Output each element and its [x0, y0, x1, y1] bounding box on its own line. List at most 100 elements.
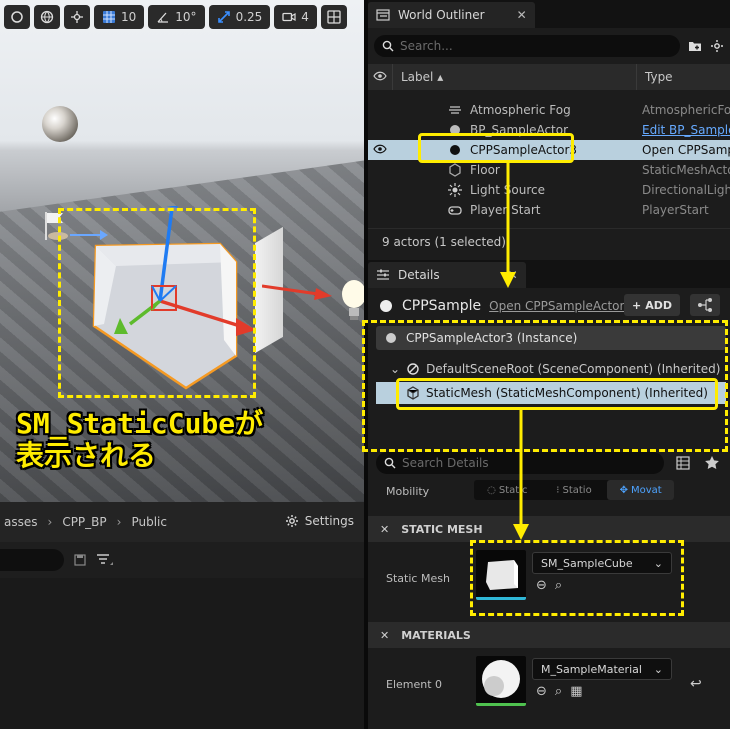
table-row[interactable]	[368, 90, 730, 100]
chevron-down-icon: ✕	[380, 628, 390, 642]
add-component-button[interactable]: + ADD	[624, 294, 680, 316]
rotate-snap-button[interactable]: 10°	[148, 5, 205, 29]
filter-icon[interactable]	[96, 553, 114, 567]
checker-icon[interactable]: ▦	[570, 684, 582, 699]
asset-search-input[interactable]	[0, 549, 64, 571]
table-view-icon[interactable]	[676, 456, 690, 470]
row-type-link[interactable]: Edit BP_Sample	[636, 123, 730, 137]
actor-sphere-icon	[380, 300, 392, 312]
chevron-right-icon: ›	[47, 515, 53, 529]
outliner-tabbar: World Outliner ✕	[368, 0, 730, 28]
search-icon	[382, 40, 394, 52]
use-selected-icon[interactable]: ⊖	[536, 684, 547, 699]
annotation-line-1: SM_StaticCubeが	[16, 407, 264, 440]
row-type-link[interactable]: Open CPPSamp	[636, 143, 730, 157]
grid-icon	[103, 11, 115, 23]
table-row[interactable]: Player Start PlayerStart	[368, 200, 730, 220]
outliner-tab-title: World Outliner	[398, 8, 485, 22]
annotation-caption: SM_StaticCubeが 表示される	[16, 408, 263, 472]
settings-label: Settings	[304, 514, 354, 528]
circle-icon	[11, 11, 23, 23]
tab-details[interactable]: Details ✕	[368, 262, 526, 288]
eye-icon[interactable]	[368, 70, 392, 84]
eye-icon[interactable]	[368, 143, 392, 157]
save-icon[interactable]	[74, 554, 86, 566]
scale-snap-button[interactable]: 0.25	[208, 5, 271, 29]
layout-icon	[327, 10, 341, 24]
settings-gear-icon[interactable]	[710, 39, 724, 53]
add-folder-icon[interactable]	[688, 39, 702, 53]
breadcrumb-item-classes[interactable]: asses	[4, 515, 38, 529]
table-row[interactable]: Floor StaticMeshActor	[368, 160, 730, 180]
snap-icon	[71, 11, 83, 23]
surface-snap-button[interactable]	[64, 5, 90, 29]
gamepad-icon	[448, 206, 462, 215]
blueprint-icon	[698, 298, 712, 312]
outliner-status: 9 actors (1 selected)	[368, 228, 730, 254]
grid-snap-value: 10	[121, 10, 137, 24]
material-thumbnail[interactable]	[476, 656, 526, 706]
static-mesh-component-highlight	[396, 378, 718, 410]
select-mode-button[interactable]	[4, 5, 30, 29]
gear-icon	[285, 515, 298, 527]
mobility-movable-option[interactable]: ✥ Movat	[607, 480, 675, 500]
table-row[interactable]: Light Source DirectionalLight	[368, 180, 730, 200]
breadcrumb-item-public[interactable]: Public	[131, 515, 167, 529]
camera-speed-button[interactable]: 4	[274, 5, 317, 29]
static-mesh-icon	[449, 163, 461, 177]
table-row[interactable]: Atmospheric Fog AtmosphericFog	[368, 100, 730, 120]
row-type: StaticMeshActor	[642, 163, 730, 177]
mobility-label: Mobility	[386, 484, 430, 498]
star-icon[interactable]	[704, 455, 720, 471]
chevron-down-icon: ✕	[380, 522, 390, 536]
scale-snap-value: 0.25	[235, 10, 263, 24]
section-materials[interactable]: ✕ MATERIALS	[368, 622, 730, 648]
plus-icon: +	[632, 298, 642, 312]
viewport-layout-button[interactable]	[320, 5, 347, 29]
add-label: ADD	[645, 298, 672, 312]
mobility-static-option[interactable]: ◌ Static	[474, 480, 541, 500]
table-row[interactable]	[368, 220, 730, 228]
details-icon	[377, 269, 389, 280]
breadcrumb-item-cpp-bp[interactable]: CPP_BP	[62, 515, 106, 529]
element0-value: M_SampleMaterial	[541, 662, 642, 676]
browse-search-icon[interactable]: ⌕	[555, 684, 562, 699]
mobility-segmented-control[interactable]: ◌ Static ⁝ Statio ✥ Movat	[474, 480, 675, 500]
level-viewport[interactable]: 10 10° 0.25 4 SM_StaticCubeが 表示される	[0, 0, 364, 502]
row-type: DirectionalLight	[642, 183, 730, 197]
blueprint-button[interactable]	[690, 294, 720, 316]
row-label: Floor	[470, 163, 500, 177]
grid-snap-button[interactable]: 10	[94, 5, 145, 29]
details-tabbar: Details ✕	[368, 260, 730, 288]
camera-speed-value: 4	[301, 10, 309, 24]
light-bulb-icon[interactable]	[340, 278, 364, 322]
static-mesh-label: Static Mesh	[386, 571, 450, 585]
settings-button[interactable]: Settings	[285, 514, 354, 528]
sun-icon	[448, 183, 462, 197]
close-icon[interactable]: ✕	[517, 8, 527, 22]
rotate-snap-value: 10°	[175, 10, 197, 24]
material-sphere-icon	[482, 660, 520, 698]
outliner-search-input[interactable]: Search...	[374, 35, 680, 57]
open-source-link[interactable]: Open CPPSampleActor	[489, 299, 624, 313]
world-local-button[interactable]	[34, 5, 60, 29]
scale-icon	[217, 11, 230, 23]
details-search-input[interactable]: Search Details	[376, 452, 664, 474]
material-combo[interactable]: M_SampleMaterial ⌄	[532, 658, 672, 680]
mobility-stationary-option[interactable]: ⁝ Statio	[541, 480, 608, 500]
actor-name[interactable]: CPPSample	[402, 298, 481, 314]
reflection-sphere[interactable]	[42, 106, 78, 142]
row-label: Player Start	[470, 203, 541, 217]
chevron-down-icon: ⌄	[653, 662, 663, 676]
close-icon[interactable]: ✕	[508, 268, 518, 282]
content-browser: asses › CPP_BP › Public Settings	[0, 502, 364, 729]
column-type[interactable]: Type	[636, 64, 730, 90]
section-static-mesh-title: STATIC MESH	[401, 522, 483, 536]
reset-arrow-icon[interactable]: ↩	[690, 676, 702, 692]
column-label[interactable]: Label ▴	[392, 64, 636, 90]
search-icon	[384, 457, 396, 469]
row-label: Atmospheric Fog	[470, 103, 571, 117]
tab-world-outliner[interactable]: World Outliner ✕	[368, 2, 535, 28]
section-static-mesh[interactable]: ✕ STATIC MESH	[368, 516, 730, 542]
row-type: PlayerStart	[642, 203, 709, 217]
